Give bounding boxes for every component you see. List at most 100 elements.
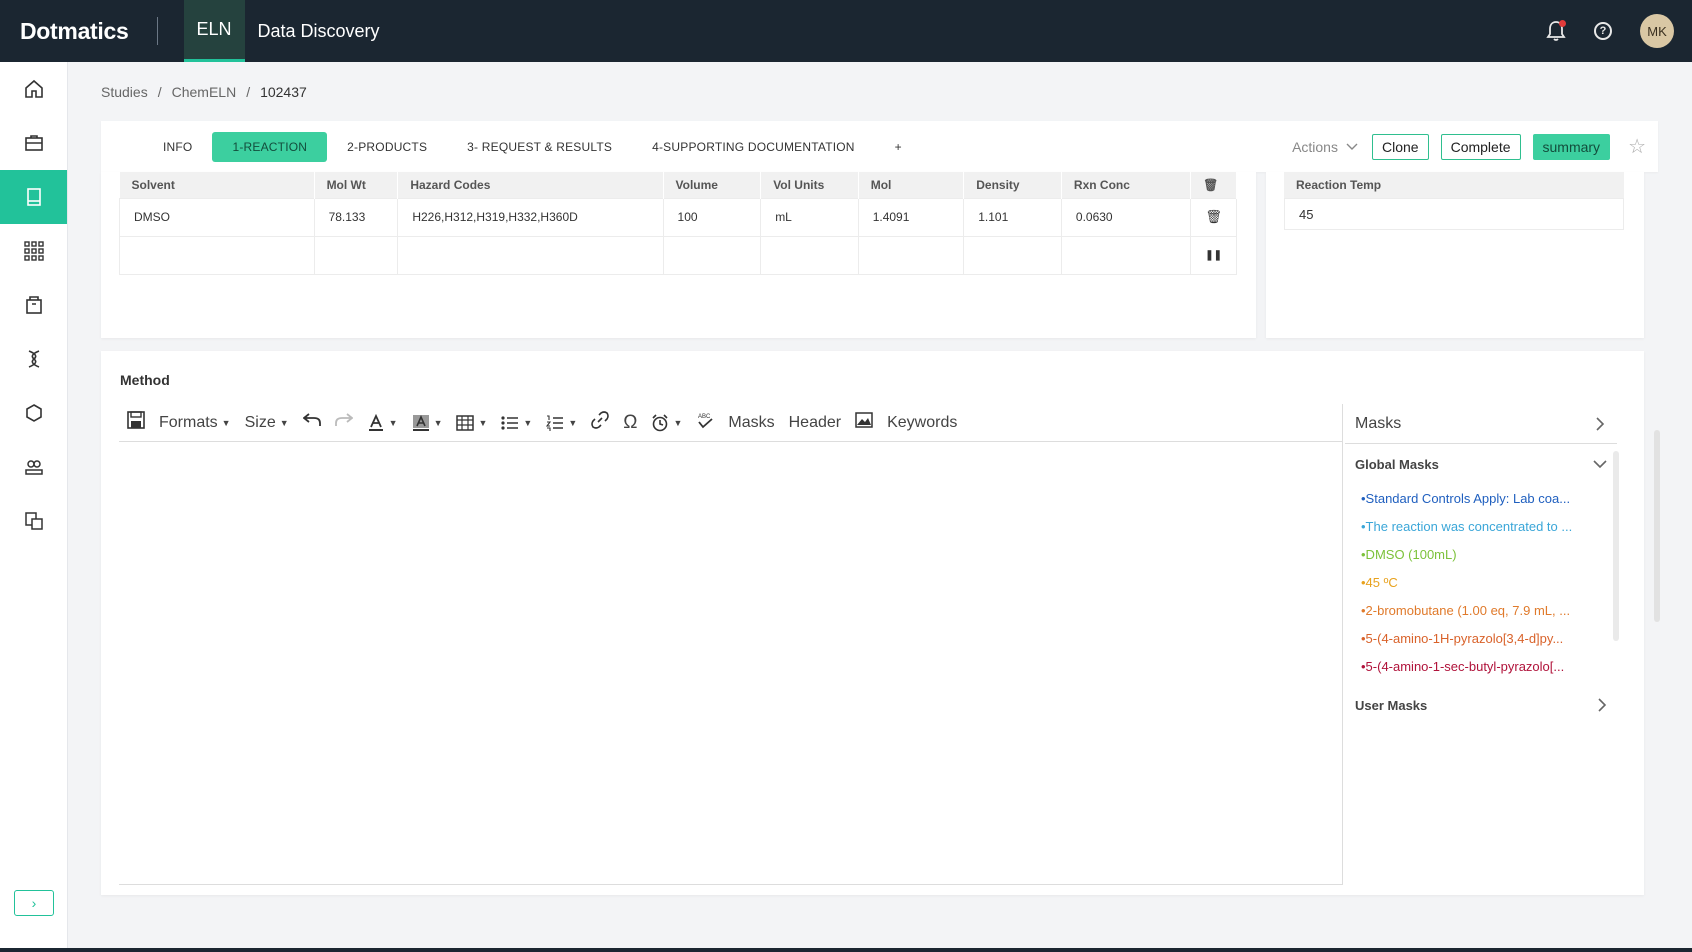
tab-products[interactable]: 2-PRODUCTS	[327, 132, 447, 162]
table-cell[interactable]	[760, 235, 859, 275]
undo-icon[interactable]	[302, 412, 321, 433]
svg-text:ABC: ABC	[698, 414, 711, 420]
sidebar-item-people[interactable]	[0, 440, 67, 494]
spellcheck-icon[interactable]: ABC	[696, 411, 714, 434]
caret-down-icon: ▼	[523, 417, 533, 428]
sidebar-item-notebook[interactable]	[0, 170, 67, 224]
size-label: Size	[244, 413, 276, 431]
sidebar-expand-button[interactable]: ›	[14, 890, 54, 916]
column-header[interactable]: Hazard Codes	[397, 172, 664, 198]
redo-icon[interactable]	[334, 412, 354, 433]
table-cell[interactable]	[857, 235, 965, 275]
star-icon[interactable]: ☆	[1628, 134, 1646, 159]
table-cell[interactable]	[313, 235, 399, 275]
tab-request-results[interactable]: 3- REQUEST & RESULTS	[447, 132, 632, 162]
formats-dropdown[interactable]: Formats ▼	[159, 414, 231, 432]
column-header[interactable]: Mol	[858, 172, 965, 198]
sidebar-item-projects[interactable]	[0, 116, 67, 170]
tab-supporting-documentation[interactable]: 4-SUPPORTING DOCUMENTATION	[632, 132, 875, 162]
table-cell[interactable]: H226,H312,H319,H332,H360D	[397, 197, 664, 237]
complete-button[interactable]: Complete	[1440, 133, 1521, 160]
table-cell[interactable]	[963, 235, 1062, 275]
table-row-empty: ❚❚	[119, 235, 1237, 275]
column-header[interactable]: Vol Units	[760, 172, 859, 198]
sidebar-item-chemistry[interactable]	[0, 386, 67, 440]
mask-item-temperature[interactable]: •45 ºC	[1345, 568, 1595, 596]
column-header[interactable]: Volume	[663, 172, 762, 198]
breadcrumb-studies[interactable]: Studies	[101, 84, 148, 100]
column-header[interactable]: Mol Wt	[314, 172, 399, 198]
summary-button[interactable]: summary	[1532, 133, 1611, 160]
nav-tab-data-discovery[interactable]: Data Discovery	[245, 0, 393, 62]
nav-tab-eln[interactable]: ELN	[183, 0, 245, 62]
actions-dropdown[interactable]: Actions	[1292, 139, 1358, 155]
user-avatar[interactable]: MK	[1640, 14, 1674, 48]
page-scrollbar[interactable]	[1654, 430, 1660, 622]
sidebar-item-home[interactable]	[0, 62, 67, 116]
masks-toolbar-button[interactable]: Masks	[728, 414, 774, 432]
reaction-temp-input[interactable]: 45	[1284, 198, 1624, 230]
notification-bell-icon[interactable]	[1546, 20, 1566, 42]
table-cell[interactable]	[397, 235, 664, 275]
user-masks-header[interactable]: User Masks	[1355, 690, 1607, 720]
table-cell[interactable]: 1.4091	[857, 197, 965, 237]
chevron-down-icon	[1346, 143, 1358, 150]
tab-reaction[interactable]: 1-REACTION	[212, 131, 328, 162]
hexagon-icon	[25, 404, 42, 422]
delete-row-icon[interactable]: 🗑	[1190, 197, 1237, 237]
table-cell[interactable]: 1.101	[963, 197, 1062, 237]
mask-item-bromobutane[interactable]: •2-bromobutane (1.00 eq, 7.9 mL, ...	[1345, 596, 1595, 624]
size-dropdown[interactable]: Size ▼	[245, 414, 289, 432]
editor-toolbar: Formats ▼ Size ▼ ▼ ▼ ▼ ▼ ▼ Ω ▼ ABC Masks…	[119, 404, 1342, 442]
column-header[interactable]: Solvent	[119, 172, 315, 198]
breadcrumb-separator: /	[157, 84, 162, 100]
special-character-icon[interactable]: Ω	[623, 412, 637, 434]
method-title: Method	[120, 372, 170, 388]
mask-item-standard-controls[interactable]: •Standard Controls Apply: Lab coa...	[1345, 484, 1595, 512]
table-cell[interactable]	[119, 235, 315, 275]
add-tab-button[interactable]: +	[875, 132, 922, 162]
app-logo[interactable]: Dotmatics	[20, 18, 129, 45]
masks-scrollbar[interactable]	[1613, 451, 1619, 641]
table-cell[interactable]: 78.133	[313, 197, 399, 237]
mask-item-amino-sec-butyl[interactable]: •5-(4-amino-1-sec-butyl-pyrazolo[...	[1345, 652, 1595, 680]
column-header[interactable]: Rxn Conc	[1061, 172, 1192, 198]
table-cell[interactable]: DMSO	[119, 197, 315, 237]
link-icon[interactable]	[591, 411, 610, 434]
column-header[interactable]: Density	[963, 172, 1062, 198]
method-editor[interactable]: Formats ▼ Size ▼ ▼ ▼ ▼ ▼ ▼ Ω ▼ ABC Masks…	[119, 404, 1343, 885]
clone-button[interactable]: Clone	[1371, 133, 1429, 160]
background-color-button[interactable]: ▼	[412, 414, 442, 432]
text-color-button[interactable]: ▼	[367, 413, 398, 432]
save-icon[interactable]	[127, 411, 145, 434]
table-cell[interactable]	[1060, 235, 1192, 275]
keywords-toolbar-button[interactable]: Keywords	[887, 414, 957, 432]
box-icon	[25, 296, 42, 314]
numbered-list-button[interactable]: ▼	[546, 414, 577, 431]
sidebar-item-apps[interactable]	[0, 224, 67, 278]
breadcrumb-chemeln[interactable]: ChemELN	[172, 84, 237, 100]
sidebar-item-documents[interactable]	[0, 494, 67, 548]
table-cell[interactable]: mL	[760, 197, 859, 237]
masks-panel-header[interactable]: Masks	[1345, 404, 1617, 444]
table-cell[interactable]	[662, 235, 762, 275]
tab-info[interactable]: INFO	[143, 132, 212, 162]
drag-handle-icon[interactable]: ❚❚	[1190, 235, 1237, 275]
mask-item-dmso[interactable]: •DMSO (100mL)	[1345, 540, 1595, 568]
timestamp-button[interactable]: ▼	[651, 413, 682, 432]
sidebar-item-biology[interactable]	[0, 332, 67, 386]
header-toolbar-button[interactable]: Header	[789, 414, 841, 432]
table-cell[interactable]: 0.0630	[1060, 197, 1192, 237]
solvent-panel: Solvent Mol Wt Hazard Codes Volume Vol U…	[101, 172, 1256, 338]
mask-item-amino-pyrazolo[interactable]: •5-(4-amino-1H-pyrazolo[3,4-d]py...	[1345, 624, 1595, 652]
table-header-row: Solvent Mol Wt Hazard Codes Volume Vol U…	[119, 172, 1237, 198]
mask-item-reaction-concentrated[interactable]: •The reaction was concentrated to ...	[1345, 512, 1595, 540]
bullet-list-button[interactable]: ▼	[501, 415, 532, 431]
header-trash-icon[interactable]: 🗑	[1190, 172, 1237, 198]
table-cell[interactable]: 100	[662, 197, 762, 237]
global-masks-header[interactable]: Global Masks	[1355, 444, 1607, 484]
help-icon[interactable]: ?	[1594, 22, 1612, 40]
sidebar-item-inventory[interactable]	[0, 278, 67, 332]
image-icon[interactable]	[855, 412, 873, 433]
table-button[interactable]: ▼	[456, 414, 487, 431]
